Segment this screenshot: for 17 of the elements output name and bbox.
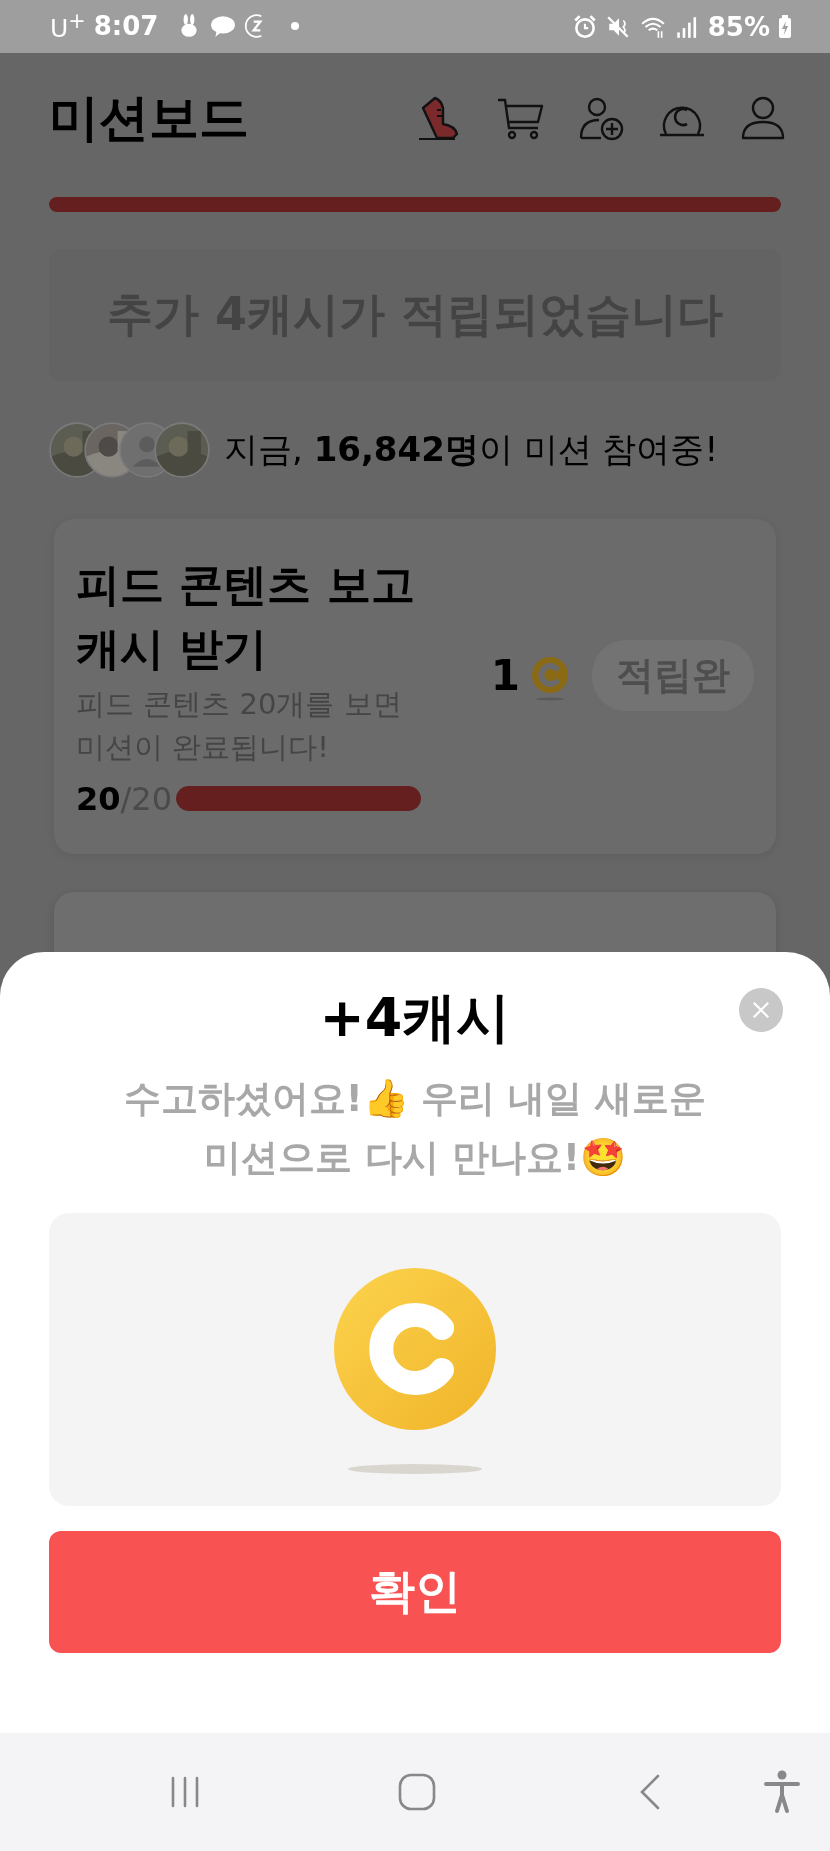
accessibility-icon[interactable] — [762, 1769, 802, 1815]
reward-message: 수고하셨어요!👍 우리 내일 새로운 미션으로 다시 만나요!🤩 — [122, 1076, 708, 1182]
reward-title: +4캐시 — [319, 985, 511, 1051]
battery-percent: 85% — [707, 11, 770, 42]
mission-title: 피드 콘텐츠 보고 캐시 받기 — [76, 558, 416, 676]
chat-bubble-icon — [210, 13, 237, 40]
clock-time: 8:07 — [93, 11, 159, 42]
participants-text: 지금, 16,842명이 미션 참여중! — [224, 428, 719, 471]
alarm-icon — [571, 13, 598, 40]
home-icon[interactable] — [397, 1772, 437, 1812]
carrier-label: U$^{+}$ — [50, 9, 86, 44]
app-title: 미션보드 — [49, 87, 249, 149]
reward-amount: 1 — [490, 650, 520, 700]
confirm-button[interactable]: 확인 — [49, 1531, 781, 1654]
notification-dot-icon — [290, 21, 301, 32]
profile-icon[interactable] — [739, 94, 787, 142]
battery-charging-icon — [778, 14, 792, 39]
